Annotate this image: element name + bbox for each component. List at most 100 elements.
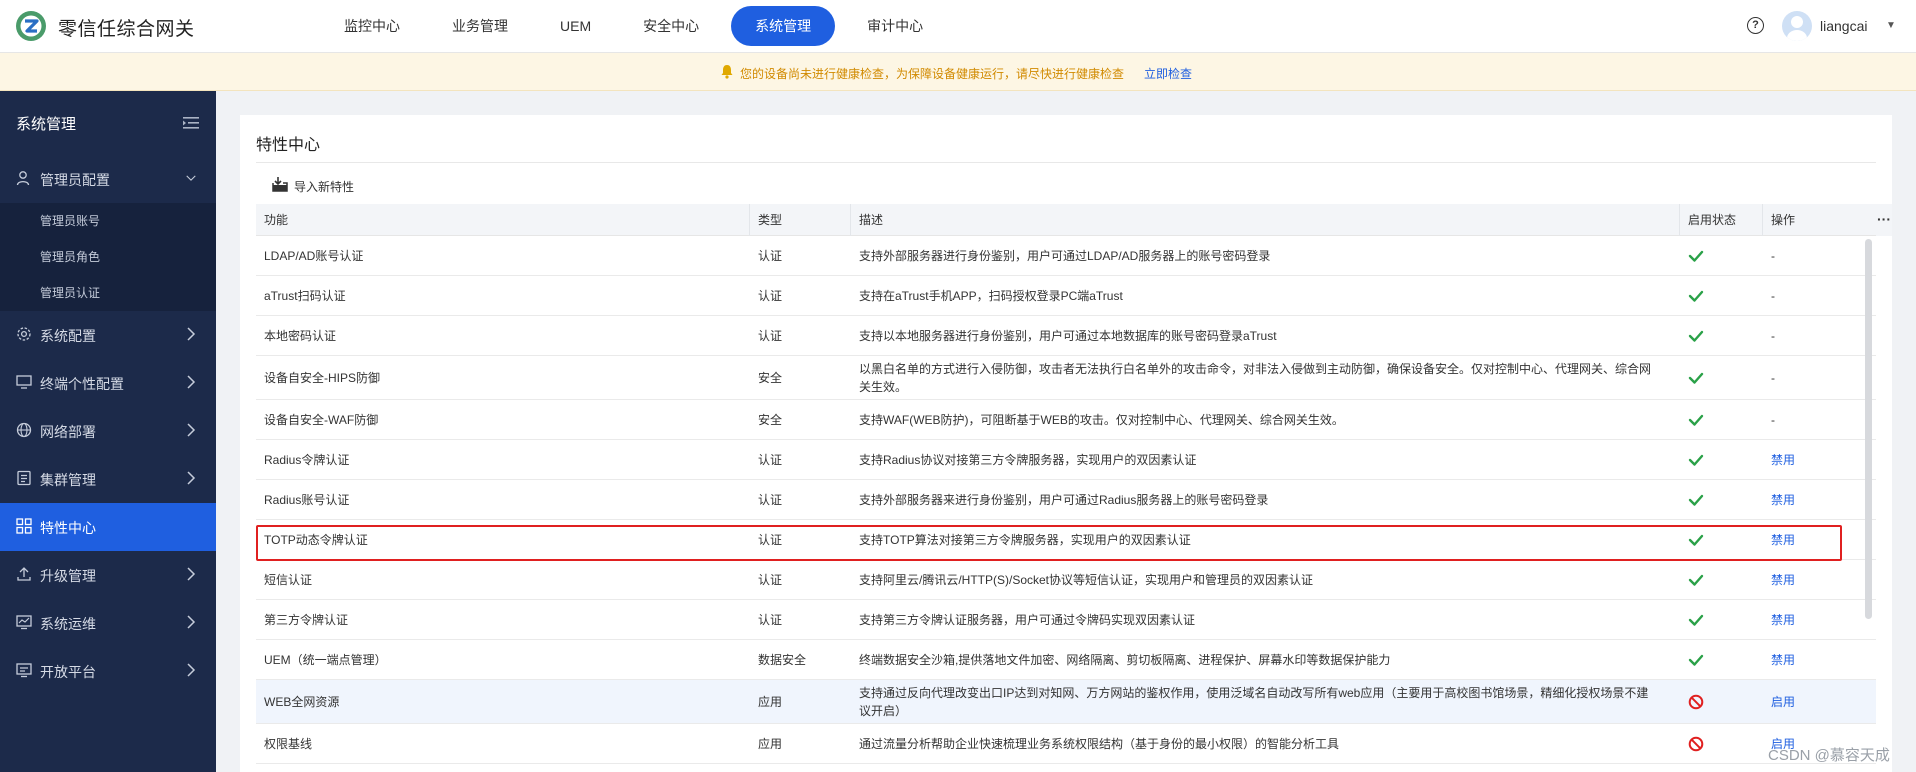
chevron-right-icon bbox=[187, 471, 196, 485]
disable-link[interactable]: 禁用 bbox=[1771, 571, 1795, 589]
check-icon bbox=[1688, 492, 1704, 508]
feature-desc: 支持外部服务器来进行身份鉴别，用户可通过Radius服务器上的账号密码登录 bbox=[859, 493, 1269, 507]
chart-icon bbox=[16, 615, 32, 630]
feature-desc: 支持外部服务器进行身份鉴别，用户可通过LDAP/AD服务器上的账号密码登录 bbox=[859, 249, 1271, 263]
feature-type: 认证 bbox=[758, 613, 783, 627]
feature-desc: 支持WAF(WEB防护)，可阻断基于WEB的攻击。仅对控制中心、代理网关、综合网… bbox=[859, 413, 1344, 427]
no-action: - bbox=[1771, 329, 1775, 343]
feature-name: aTrust扫码认证 bbox=[264, 289, 346, 303]
col-header-desc[interactable]: 描述 bbox=[851, 204, 1680, 236]
table-row: Radius令牌认证 认证 支持Radius协议对接第三方令牌服务器，实现用户的双因… bbox=[256, 440, 1876, 480]
nav-monitor[interactable]: 监控中心 bbox=[324, 6, 420, 46]
sidebar-item-label: 终端个性配置 bbox=[40, 376, 124, 392]
feature-type: 数据安全 bbox=[758, 653, 807, 667]
avatar[interactable] bbox=[1782, 11, 1812, 41]
disabled-icon bbox=[1688, 736, 1704, 752]
sidebar-item-upgrade[interactable]: 升级管理 bbox=[0, 551, 216, 599]
feature-name: Radius账号认证 bbox=[264, 493, 350, 507]
feature-name: 设备自安全-HIPS防御 bbox=[264, 371, 381, 385]
table-row: 设备自安全-WAF防御 安全 支持WAF(WEB防护)，可阻断基于WEB的攻击。仅对… bbox=[256, 400, 1876, 440]
feature-name: 权限基线 bbox=[264, 737, 313, 751]
feature-type: 认证 bbox=[758, 289, 783, 303]
sidebar-subitem-admin-auth[interactable]: 管理员认证 bbox=[40, 284, 100, 301]
enable-link[interactable]: 启用 bbox=[1771, 693, 1795, 711]
chevron-down-icon[interactable]: ▼ bbox=[1886, 20, 1896, 31]
watermark: CSDN @慕容天成 bbox=[1768, 747, 1890, 764]
feature-desc: 通过流量分析帮助企业快速梳理业务系统权限结构（基于身份的最小权限）的智能分析工具 bbox=[859, 737, 1340, 751]
disable-link[interactable]: 禁用 bbox=[1771, 651, 1795, 669]
sidebar-item-label: 开放平台 bbox=[40, 664, 96, 680]
disable-link[interactable]: 禁用 bbox=[1771, 451, 1795, 469]
collapse-menu-icon[interactable] bbox=[183, 117, 199, 129]
col-header-feature[interactable]: 功能 bbox=[256, 204, 750, 236]
feature-type: 认证 bbox=[758, 493, 783, 507]
table-row: LDAP/AD账号认证 认证 支持外部服务器进行身份鉴别，用户可通过LDAP/AD服… bbox=[256, 236, 1876, 276]
chevron-right-icon bbox=[187, 615, 196, 629]
sidebar-item-admin-config[interactable]: 管理员配置 bbox=[0, 155, 216, 203]
nav-system[interactable]: 系统管理 bbox=[731, 6, 836, 46]
sidebar-item-label: 集群管理 bbox=[40, 472, 96, 488]
sidebar-item-terminal-config[interactable]: 终端个性配置 bbox=[0, 359, 216, 407]
sidebar-item-ops[interactable]: 系统运维 bbox=[0, 599, 216, 647]
feature-type: 安全 bbox=[758, 413, 783, 427]
nav-audit[interactable]: 审计中心 bbox=[847, 6, 943, 46]
feature-name: UEM（统一端点管理） bbox=[264, 653, 387, 667]
col-header-status[interactable]: 启用状态 bbox=[1680, 204, 1763, 236]
admin-submenu: 管理员账号 管理员角色 管理员认证 bbox=[0, 203, 216, 311]
table-row: 第三方令牌认证 认证 支持第三方令牌认证服务器，用户可通过令牌码实现双因素认证 禁用 bbox=[256, 600, 1876, 640]
col-header-op[interactable]: 操作 bbox=[1763, 204, 1858, 236]
bell-icon bbox=[721, 65, 733, 79]
feature-desc: 支持第三方令牌认证服务器，用户可通过令牌码实现双因素认证 bbox=[859, 613, 1196, 627]
feature-name: WEB全网资源 bbox=[264, 695, 340, 709]
feature-name: LDAP/AD账号认证 bbox=[264, 249, 364, 263]
upload-icon bbox=[17, 567, 31, 581]
feature-desc: 支持通过反向代理改变出口IP达到对知网、万方网站的鉴权作用，使用泛域名自动改写所… bbox=[859, 686, 1649, 718]
feature-type: 认证 bbox=[758, 453, 783, 467]
help-icon[interactable]: ? bbox=[1747, 17, 1764, 34]
sidebar-subitem-admin-account[interactable]: 管理员账号 bbox=[40, 212, 100, 229]
feature-name: TOTP动态令牌认证 bbox=[264, 533, 368, 547]
sidebar-item-network[interactable]: 网络部署 bbox=[0, 407, 216, 455]
check-icon bbox=[1688, 572, 1704, 588]
no-action: - bbox=[1771, 249, 1775, 263]
nav-uem[interactable]: UEM bbox=[540, 6, 611, 46]
feature-type: 安全 bbox=[758, 371, 783, 385]
feature-desc: 以黑白名单的方式进行入侵防御，攻击者无法执行白名单外的攻击命令，对非法入侵做到主… bbox=[859, 362, 1652, 394]
disable-link[interactable]: 禁用 bbox=[1771, 531, 1795, 549]
sidebar-item-system-config[interactable]: 系统配置 bbox=[0, 311, 216, 359]
table-row: Radius账号认证 认证 支持外部服务器来进行身份鉴别，用户可通过Radius服务… bbox=[256, 480, 1876, 520]
nav-business[interactable]: 业务管理 bbox=[432, 6, 528, 46]
column-settings-icon[interactable]: ··· bbox=[1876, 204, 1892, 236]
disabled-icon bbox=[1688, 694, 1704, 710]
table-scrollbar[interactable] bbox=[1865, 239, 1872, 619]
nav-security[interactable]: 安全中心 bbox=[623, 6, 719, 46]
check-icon bbox=[1688, 248, 1704, 264]
notice-text: 您的设备尚未进行健康检查，为保障设备健康运行，请尽快进行健康检查 bbox=[740, 67, 1125, 81]
check-now-link[interactable]: 立即检查 bbox=[1144, 65, 1192, 82]
disable-link[interactable]: 禁用 bbox=[1771, 611, 1795, 629]
logo-icon bbox=[16, 11, 46, 41]
sidebar-subitem-admin-role[interactable]: 管理员角色 bbox=[40, 248, 100, 265]
no-action: - bbox=[1771, 371, 1775, 385]
feature-desc: 支持TOTP算法对接第三方令牌服务器，实现用户的双因素认证 bbox=[859, 533, 1191, 547]
table-row: UEM（统一端点管理） 数据安全 终端数据安全沙箱,提供落地文件加密、网络隔离、剪切… bbox=[256, 640, 1876, 680]
disable-link[interactable]: 禁用 bbox=[1771, 491, 1795, 509]
cluster-icon bbox=[17, 470, 31, 486]
sidebar-item-open-platform[interactable]: 开放平台 bbox=[0, 647, 216, 695]
chevron-right-icon bbox=[187, 375, 196, 389]
main-nav: 监控中心 业务管理 UEM 安全中心 系统管理 审计中心 bbox=[324, 6, 955, 46]
globe-icon bbox=[16, 422, 32, 438]
sidebar-item-cluster[interactable]: 集群管理 bbox=[0, 455, 216, 503]
feature-desc: 终端数据安全沙箱,提供落地文件加密、网络隔离、剪切板隔离、进程保护、屏幕水印等数… bbox=[859, 653, 1391, 667]
chevron-right-icon bbox=[187, 423, 196, 437]
sidebar-item-feature-center[interactable]: 特性中心 bbox=[0, 503, 216, 551]
check-icon bbox=[1688, 328, 1704, 344]
import-feature-label: 导入新特性 bbox=[294, 180, 355, 194]
username[interactable]: liangcai bbox=[1820, 18, 1867, 34]
feature-desc: 支持以本地服务器进行身份鉴别，用户可通过本地数据库的账号密码登录aTrust bbox=[859, 329, 1277, 343]
table-row: 设备自安全-HIPS防御 安全 以黑白名单的方式进行入侵防御，攻击者无法执行白名单外… bbox=[256, 356, 1876, 400]
check-icon bbox=[1688, 532, 1704, 548]
col-header-type[interactable]: 类型 bbox=[750, 204, 851, 236]
feature-desc: 支持Radius协议对接第三方令牌服务器，实现用户的双因素认证 bbox=[859, 453, 1197, 467]
table-row: 本地密码认证 认证 支持以本地服务器进行身份鉴别，用户可通过本地数据库的账号密码登录… bbox=[256, 316, 1876, 356]
